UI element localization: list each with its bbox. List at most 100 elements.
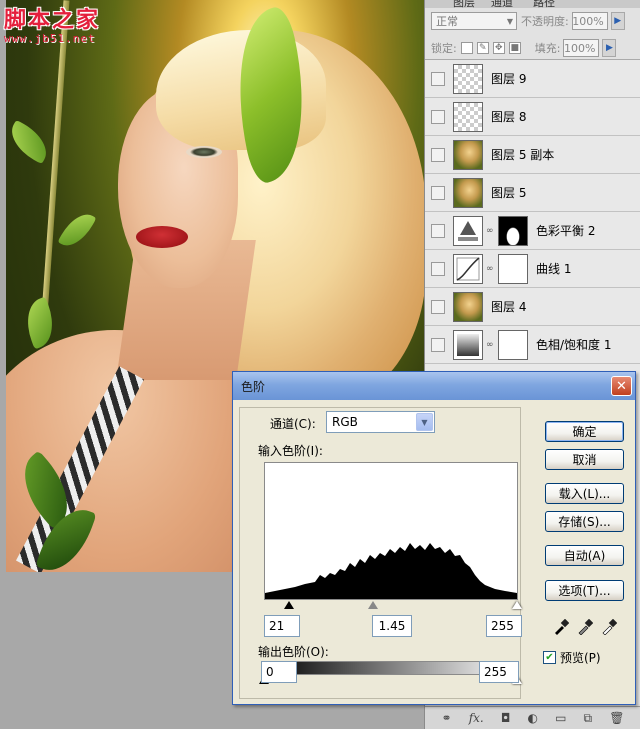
- levels-dialog: 色阶 ✕ 通道(C): RGB ▼ 输入色阶(I): 21 1.45 255 输…: [232, 371, 636, 705]
- input-white-field[interactable]: 255: [486, 615, 522, 637]
- visibility-toggle[interactable]: [431, 147, 445, 162]
- lips: [136, 226, 188, 248]
- cancel-button[interactable]: 取消: [545, 449, 624, 470]
- output-white-field[interactable]: 255: [479, 661, 519, 683]
- input-gamma-value: 1.45: [378, 619, 406, 633]
- check-icon[interactable]: ✔: [543, 651, 556, 664]
- visibility-toggle[interactable]: [431, 223, 445, 238]
- layer-thumbnail: [453, 101, 483, 132]
- channel-select[interactable]: RGB ▼: [326, 411, 435, 433]
- watermark-url: www.jb51.net: [4, 32, 96, 45]
- output-black-field[interactable]: 0: [261, 661, 297, 683]
- hue-saturation-icon: [453, 329, 483, 360]
- opacity-field[interactable]: 100%: [571, 12, 608, 30]
- layer-name: 曲线 1: [536, 262, 572, 276]
- load-button[interactable]: 载入(L)...: [545, 483, 624, 504]
- lock-label: 锁定:: [431, 42, 457, 55]
- preview-checkbox[interactable]: ✔ 预览(P): [543, 649, 601, 666]
- chevron-down-icon[interactable]: ▼: [416, 413, 433, 431]
- layer-row[interactable]: 图层 8: [425, 98, 640, 136]
- lock-brush-icon[interactable]: ✎: [476, 42, 489, 54]
- layer-mask-thumbnail: [498, 253, 528, 284]
- layer-thumbnail: [453, 63, 483, 94]
- new-layer-icon[interactable]: ⧉: [584, 711, 593, 726]
- black-point-slider[interactable]: [284, 601, 294, 609]
- layer-name: 色相/饱和度 1: [536, 338, 612, 352]
- mask-icon[interactable]: ◘: [501, 711, 511, 725]
- input-black-field[interactable]: 21: [264, 615, 300, 637]
- output-levels-label: 输出色阶(O):: [258, 645, 329, 659]
- input-gamma-field[interactable]: 1.45: [372, 615, 412, 637]
- lock-all-icon[interactable]: ■: [508, 42, 521, 54]
- cancel-label: 取消: [572, 453, 597, 467]
- link-icon: ∞: [486, 225, 494, 236]
- curves-icon: [453, 253, 483, 284]
- lock-move-icon[interactable]: ✥: [492, 42, 505, 54]
- background-leaf: [57, 207, 97, 253]
- opacity-label: 不透明度:: [521, 15, 569, 28]
- visibility-toggle[interactable]: [431, 109, 445, 124]
- levels-group: 通道(C): RGB ▼ 输入色阶(I): 21 1.45 255 输出色阶(O…: [239, 407, 522, 699]
- gray-eyedropper-icon[interactable]: [575, 617, 595, 637]
- gamma-slider[interactable]: [368, 601, 378, 609]
- white-point-slider[interactable]: [512, 601, 522, 609]
- trash-icon[interactable]: 🗑: [609, 711, 624, 725]
- watermark-title: 脚本之家: [4, 7, 101, 33]
- visibility-toggle[interactable]: [431, 261, 445, 276]
- channel-label: 通道(C):: [270, 417, 316, 431]
- save-button[interactable]: 存储(S)...: [545, 511, 624, 532]
- layer-row[interactable]: 图层 5: [425, 174, 640, 212]
- histogram-graph: [265, 543, 517, 599]
- histogram: [264, 462, 518, 600]
- layer-row[interactable]: 图层 4: [425, 288, 640, 326]
- output-black-value: 0: [266, 665, 274, 679]
- site-watermark: 脚本之家 www.jb51.net: [4, 2, 100, 45]
- layer-row[interactable]: 图层 9: [425, 60, 640, 98]
- layers-footer: ⚭ fx. ◘ ◐ ▭ ⧉ 🗑: [425, 706, 640, 729]
- layer-thumbnail: [453, 139, 483, 170]
- layer-row[interactable]: ∞ 色彩平衡 2: [425, 212, 640, 250]
- layer-thumbnail: [453, 291, 483, 322]
- auto-button[interactable]: 自动(A): [545, 545, 624, 566]
- layer-row[interactable]: ∞ 曲线 1: [425, 250, 640, 288]
- input-black-value: 21: [269, 619, 285, 633]
- layer-name: 图层 5 副本: [491, 148, 555, 162]
- layer-name: 图层 8: [491, 110, 527, 124]
- black-eyedropper-icon[interactable]: [551, 617, 571, 637]
- auto-label: 自动(A): [563, 549, 606, 563]
- blend-mode-select[interactable]: 正常 ▼: [431, 12, 517, 30]
- tab-channels[interactable]: 通道: [491, 0, 513, 8]
- link-icon: ∞: [486, 263, 494, 274]
- layer-thumbnail: [453, 177, 483, 208]
- fx-icon[interactable]: fx.: [469, 711, 484, 725]
- fill-label: 填充:: [534, 42, 561, 55]
- options-label: 选项(T)...: [558, 584, 611, 598]
- dialog-title: 色阶: [241, 379, 266, 394]
- tab-layers[interactable]: 图层: [453, 0, 475, 8]
- color-balance-icon: [453, 215, 483, 246]
- white-eyedropper-icon[interactable]: [599, 617, 619, 637]
- preview-label: 预览(P): [560, 651, 601, 665]
- panel-tabs: 图层 通道 路径: [425, 0, 640, 8]
- ok-button[interactable]: 确定: [545, 421, 624, 442]
- lock-transparency-icon[interactable]: [460, 42, 473, 54]
- layer-row[interactable]: ∞ 色相/饱和度 1: [425, 326, 640, 364]
- fill-field[interactable]: 100%: [563, 39, 600, 57]
- dialog-titlebar[interactable]: 色阶 ✕: [233, 372, 635, 400]
- opacity-arrow-icon[interactable]: ▶: [610, 12, 625, 30]
- options-button[interactable]: 选项(T)...: [545, 580, 624, 601]
- close-button[interactable]: ✕: [611, 376, 632, 396]
- link-icon: ∞: [486, 339, 494, 350]
- fill-value: 100%: [563, 41, 596, 55]
- output-white-value: 255: [484, 665, 507, 679]
- visibility-toggle[interactable]: [431, 185, 445, 200]
- layer-row[interactable]: 图层 5 副本: [425, 136, 640, 174]
- fill-arrow-icon[interactable]: ▶: [602, 39, 617, 57]
- visibility-toggle[interactable]: [431, 337, 445, 352]
- visibility-toggle[interactable]: [431, 299, 445, 314]
- folder-icon[interactable]: ▭: [555, 711, 566, 725]
- link-icon[interactable]: ⚭: [442, 711, 452, 725]
- visibility-toggle[interactable]: [431, 71, 445, 86]
- adjustment-icon[interactable]: ◐: [527, 711, 537, 725]
- tab-paths[interactable]: 路径: [533, 0, 555, 8]
